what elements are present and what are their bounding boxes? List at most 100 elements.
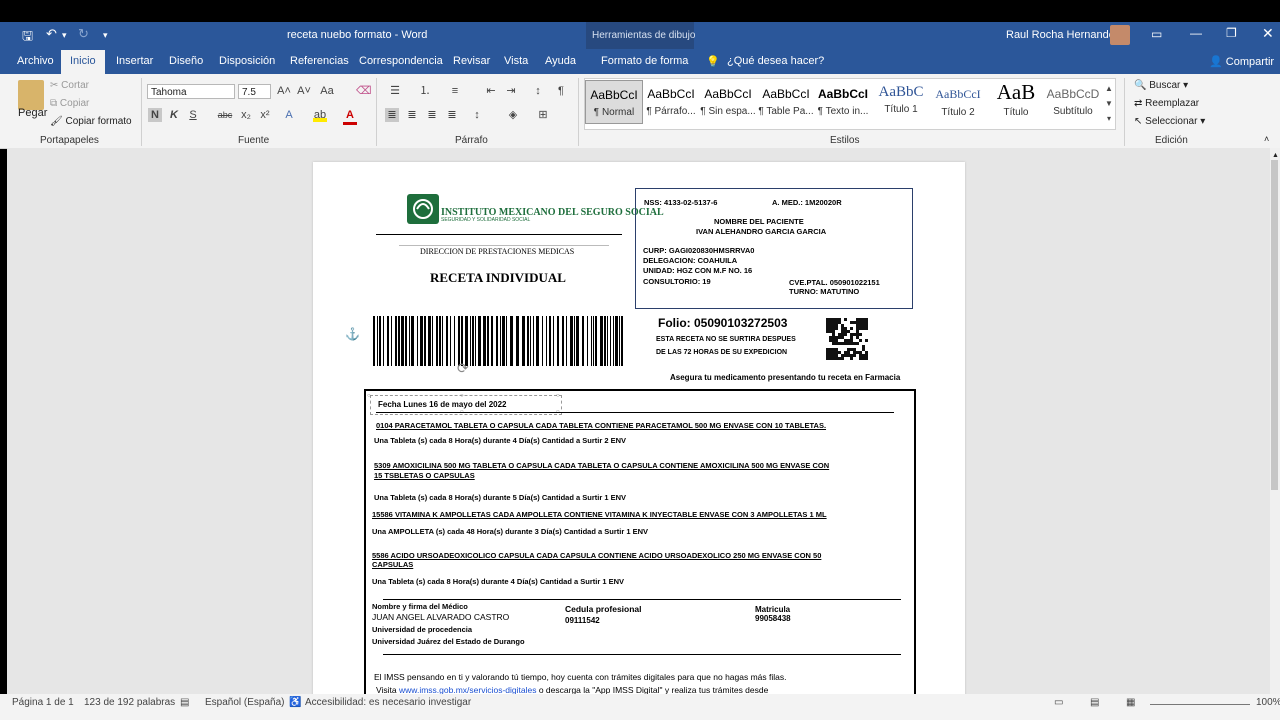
- undo-icon[interactable]: ↶: [46, 26, 57, 42]
- numbering-icon[interactable]: ⒈: [418, 84, 432, 98]
- align-center-icon[interactable]: ≣: [405, 108, 419, 122]
- customize-toolbar-icon[interactable]: ▾: [103, 30, 108, 41]
- tab-insertar[interactable]: Insertar: [116, 55, 153, 67]
- print-layout-icon[interactable]: ▤: [1090, 697, 1099, 708]
- style-titulo[interactable]: AaB Título: [988, 80, 1044, 122]
- text-effects-icon[interactable]: A: [282, 108, 296, 122]
- paste-button[interactable]: Pegar: [18, 107, 47, 119]
- footer-line-1: El IMSS pensando en ti y valorando tú ti…: [374, 672, 787, 682]
- minimize-icon[interactable]: —: [1190, 26, 1202, 40]
- tab-vista[interactable]: Vista: [504, 55, 528, 67]
- show-marks-icon[interactable]: ¶: [554, 84, 568, 98]
- italic-button[interactable]: K: [167, 108, 181, 122]
- tell-me-search[interactable]: ¿Qué desea hacer?: [727, 55, 824, 67]
- styles-scroll-down-icon[interactable]: ▼: [1102, 97, 1116, 111]
- style-parrafo[interactable]: AaBbCcI ¶ Párrafo...: [643, 80, 699, 122]
- style-normal[interactable]: AaBbCcI ¶ Normal: [585, 80, 643, 124]
- share-button[interactable]: 👤 Compartir: [1209, 55, 1274, 68]
- strikethrough-button[interactable]: abc: [215, 108, 235, 122]
- tab-archivo[interactable]: Archivo: [17, 55, 54, 67]
- fecha-rule: [376, 412, 894, 413]
- font-size-combo[interactable]: 7.5: [238, 84, 271, 99]
- select-button[interactable]: Seleccionar: [1145, 116, 1197, 127]
- department: DIRECCION DE PRESTACIONES MEDICAS: [420, 247, 575, 256]
- styles-scroll-up-icon[interactable]: ▲: [1102, 82, 1116, 96]
- style-sin-espaciado[interactable]: AaBbCcI ¶ Sin espa...: [700, 80, 756, 122]
- tab-revisar[interactable]: Revisar: [453, 55, 490, 67]
- style-titulo-2[interactable]: AaBbCcI Título 2: [930, 80, 986, 122]
- editing-group-label: Edición: [1155, 135, 1188, 146]
- style-table-paragraph[interactable]: AaBbCcI ¶ Table Pa...: [758, 80, 814, 122]
- scroll-up-icon[interactable]: ▲: [1272, 152, 1279, 159]
- tab-referencias[interactable]: Referencias: [290, 55, 349, 67]
- accessibility-icon[interactable]: ♿: [289, 697, 301, 708]
- decrease-indent-icon[interactable]: ⇤: [484, 84, 498, 98]
- close-icon[interactable]: ✕: [1262, 25, 1274, 42]
- tab-ayuda[interactable]: Ayuda: [545, 55, 576, 67]
- sort-icon[interactable]: ↕: [531, 84, 545, 98]
- increase-indent-icon[interactable]: ⇥: [504, 84, 518, 98]
- tab-correspondencia[interactable]: Correspondencia: [359, 55, 443, 67]
- web-layout-icon[interactable]: ▦: [1126, 697, 1135, 708]
- align-left-icon[interactable]: ≣: [385, 108, 399, 122]
- shrink-font-icon[interactable]: A˅: [297, 84, 311, 98]
- resize-handle-icon-2[interactable]: ○: [460, 393, 464, 399]
- highlight-icon[interactable]: ab: [313, 108, 327, 122]
- borders-icon[interactable]: ⊞: [536, 108, 550, 122]
- style-subtitulo[interactable]: AaBbCcD Subtítulo: [1045, 80, 1101, 122]
- style-titulo-1[interactable]: AaBbC Título 1: [873, 80, 929, 122]
- unidad: UNIDAD: HGZ CON M.F NO. 16: [643, 266, 753, 275]
- style-parrafo-sample: AaBbCcI: [647, 87, 695, 101]
- word-count[interactable]: 123 de 192 palabras: [84, 697, 175, 708]
- resize-handle-icon-3[interactable]: ○: [556, 393, 560, 399]
- underline-button[interactable]: S: [186, 108, 200, 122]
- tab-diseno[interactable]: Diseño: [169, 55, 203, 67]
- change-case-icon[interactable]: Aa: [320, 84, 334, 98]
- maximize-icon[interactable]: ❐: [1226, 26, 1237, 40]
- bold-button[interactable]: N: [148, 108, 162, 122]
- cut-button[interactable]: Cortar: [61, 80, 89, 91]
- user-name[interactable]: Raul Rocha Hernandez: [1006, 29, 1120, 41]
- superscript-icon[interactable]: x²: [258, 108, 272, 122]
- font-name-combo[interactable]: Tahoma: [147, 84, 235, 99]
- style-texto-independiente[interactable]: AaBbCcI ¶ Texto in...: [815, 80, 871, 122]
- grow-font-icon[interactable]: A˄: [277, 84, 291, 98]
- accessibility-status[interactable]: Accesibilidad: es necesario investigar: [305, 697, 471, 708]
- autosave-icon[interactable]: 🖫: [22, 27, 33, 49]
- subscript-icon[interactable]: x₂: [239, 108, 253, 122]
- proofing-icon[interactable]: ▤: [180, 697, 189, 708]
- line-spacing-icon[interactable]: ↕: [470, 108, 484, 122]
- find-button[interactable]: Buscar: [1149, 80, 1180, 91]
- zoom-level[interactable]: 100%: [1256, 697, 1280, 708]
- tab-formato-de-forma[interactable]: Formato de forma: [601, 55, 688, 67]
- bullets-icon[interactable]: ☰: [388, 84, 402, 98]
- shading-icon[interactable]: ◈: [506, 108, 520, 122]
- style-table-paragraph-sample: AaBbCcI: [762, 87, 810, 101]
- zoom-slider[interactable]: [1150, 704, 1250, 705]
- document-page[interactable]: INSTITUTO MEXICANO DEL SEGURO SOCIAL SEG…: [313, 162, 965, 709]
- paste-icon[interactable]: [18, 80, 44, 110]
- copy-button[interactable]: Copiar: [60, 98, 89, 109]
- ribbon-display-icon[interactable]: ▭: [1151, 27, 1162, 41]
- multilevel-list-icon[interactable]: ≡: [448, 84, 462, 98]
- page-count[interactable]: Página 1 de 1: [12, 697, 74, 708]
- font-color-icon[interactable]: A: [343, 108, 357, 125]
- tab-disposicion[interactable]: Disposición: [219, 55, 275, 67]
- replace-button[interactable]: Reemplazar: [1145, 98, 1199, 109]
- format-painter-button[interactable]: Copiar formato: [65, 116, 131, 127]
- scroll-thumb[interactable]: [1271, 160, 1278, 490]
- clear-format-icon[interactable]: ⌫: [356, 84, 372, 98]
- styles-more-icon[interactable]: ▾: [1102, 112, 1116, 126]
- align-right-icon[interactable]: ≣: [425, 108, 439, 122]
- collapse-ribbon-icon[interactable]: ˄: [1264, 134, 1269, 144]
- rotate-handle-icon[interactable]: ⟳: [457, 360, 469, 377]
- avatar[interactable]: [1110, 25, 1130, 45]
- resize-handle-icon[interactable]: ○: [367, 393, 371, 399]
- justify-icon[interactable]: ≣: [445, 108, 459, 122]
- undo-dropdown-icon[interactable]: ▾: [62, 30, 67, 41]
- tab-inicio[interactable]: Inicio: [61, 50, 105, 74]
- language[interactable]: Español (España): [205, 697, 285, 708]
- vertical-scrollbar[interactable]: ▲: [1270, 148, 1280, 694]
- read-mode-icon[interactable]: ▭: [1054, 697, 1063, 708]
- med-2-dose: Una Tableta (s) cada 8 Hora(s) durante 5…: [374, 493, 627, 502]
